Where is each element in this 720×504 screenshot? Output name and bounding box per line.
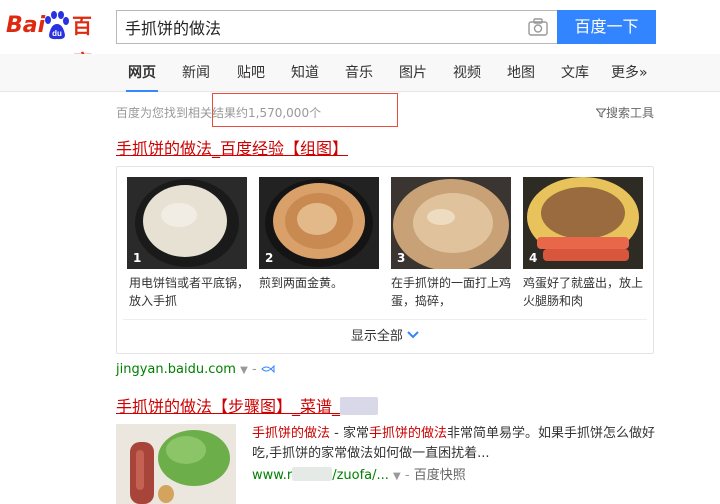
step1-image[interactable]: 1 bbox=[127, 177, 247, 269]
tab-news[interactable]: 新闻 bbox=[182, 54, 210, 92]
dropdown-arrow-icon[interactable]: ▼ bbox=[393, 471, 401, 482]
tab-images[interactable]: 图片 bbox=[399, 54, 427, 92]
result1-steps-card: 1 用电饼铛或者平底锅，放入手抓 2 煎到两面金黄。 3 在手抓饼的一面打上鸡蛋… bbox=[116, 166, 654, 354]
tab-music[interactable]: 音乐 bbox=[345, 54, 373, 92]
result2-url: www.r/zuofa/... ▼ - 百度快照 bbox=[252, 464, 466, 483]
step4-number: 4 bbox=[529, 251, 538, 265]
search-button[interactable]: 百度一下 bbox=[557, 10, 656, 44]
header: Bai du 百度 百度一下 bbox=[0, 0, 720, 74]
separator: - bbox=[404, 468, 410, 483]
highlight-box bbox=[212, 93, 398, 127]
tab-tieba[interactable]: 贴吧 bbox=[237, 54, 265, 92]
step1-caption: 用电饼铛或者平底锅，放入手抓 bbox=[129, 276, 250, 308]
step2-image[interactable]: 2 bbox=[259, 177, 379, 269]
step2-photo bbox=[259, 177, 379, 269]
blurred-url bbox=[292, 467, 333, 481]
chevron-down-icon bbox=[407, 331, 419, 339]
result2-title[interactable]: 手抓饼的做法【步骤图】_菜谱_ bbox=[116, 396, 379, 418]
result2-url-prefix[interactable]: www.r bbox=[252, 468, 292, 483]
step3-image[interactable]: 3 bbox=[391, 177, 511, 269]
logo-paw-text: du bbox=[52, 29, 62, 38]
paw-logo-icon: du bbox=[45, 11, 69, 40]
result2-photo bbox=[116, 424, 236, 504]
abstract-text-1: - 家常 bbox=[330, 426, 369, 441]
step2-caption: 煎到两面金黄。 bbox=[259, 276, 344, 290]
search-tools-label: 搜索工具 bbox=[605, 106, 654, 120]
tab-zhidao[interactable]: 知道 bbox=[291, 54, 319, 92]
result1-url: jingyan.baidu.com ▼ - bbox=[116, 362, 275, 377]
tab-more[interactable]: 更多» bbox=[611, 54, 648, 92]
step4-image[interactable]: 4 bbox=[523, 177, 643, 269]
result1-title-rest[interactable]: _百度经验【组图】 bbox=[212, 139, 348, 158]
search-tools-link[interactable]: 搜索工具 bbox=[595, 104, 654, 121]
step4-photo bbox=[523, 177, 643, 269]
baidu-logo[interactable]: Bai du 百度 bbox=[6, 8, 108, 74]
tab-wenku[interactable]: 文库 bbox=[561, 54, 589, 92]
tab-video[interactable]: 视频 bbox=[453, 54, 481, 92]
step1-number: 1 bbox=[133, 251, 142, 265]
result2-image[interactable] bbox=[116, 424, 236, 504]
step3-photo bbox=[391, 177, 511, 269]
result2-title-main[interactable]: 手抓饼的做法 bbox=[116, 397, 212, 416]
fish-icon[interactable] bbox=[261, 364, 275, 374]
result1-title[interactable]: 手抓饼的做法_百度经验【组图】 bbox=[116, 138, 348, 160]
dropdown-arrow-icon[interactable]: ▼ bbox=[240, 365, 248, 376]
search-box bbox=[116, 10, 558, 44]
snapshot-link[interactable]: 百度快照 bbox=[414, 468, 466, 483]
abstract-highlight-2: 手抓饼的做法 bbox=[368, 426, 447, 441]
abstract-highlight-1: 手抓饼的做法 bbox=[252, 426, 331, 441]
show-all-link[interactable]: 显示全部 bbox=[117, 325, 653, 344]
funnel-icon bbox=[595, 108, 607, 118]
step1-photo bbox=[127, 177, 247, 269]
search-input[interactable] bbox=[117, 11, 507, 43]
tab-web[interactable]: 网页 bbox=[126, 54, 158, 92]
result2-title-rest[interactable]: 【步骤图】_菜谱_ bbox=[212, 397, 340, 416]
logo-latin: Bai bbox=[6, 13, 46, 38]
result2-url-suffix[interactable]: /zuofa/... bbox=[332, 468, 389, 483]
tab-map[interactable]: 地图 bbox=[507, 54, 535, 92]
blurred-text bbox=[340, 397, 379, 415]
result1-url-text[interactable]: jingyan.baidu.com bbox=[116, 362, 236, 377]
result2-abstract: 手抓饼的做法 - 家常手抓饼的做法非常简单易学。如果手抓饼怎么做好吃,手抓饼的家… bbox=[252, 424, 658, 464]
step4-caption: 鸡蛋好了就盛出，放上火腿肠和肉 bbox=[523, 276, 644, 308]
result1-title-main[interactable]: 手抓饼的做法 bbox=[116, 139, 212, 158]
card-divider bbox=[123, 319, 647, 320]
step3-number: 3 bbox=[397, 251, 406, 265]
camera-icon[interactable] bbox=[528, 18, 548, 36]
step3-caption: 在手抓饼的一面打上鸡蛋，捣碎， bbox=[391, 276, 512, 308]
separator: - bbox=[251, 362, 257, 377]
show-all-label: 显示全部 bbox=[350, 329, 403, 344]
search-nav: 网页 新闻 贴吧 知道 音乐 图片 视频 地图 文库 更多» bbox=[0, 54, 720, 92]
step2-number: 2 bbox=[265, 251, 274, 265]
